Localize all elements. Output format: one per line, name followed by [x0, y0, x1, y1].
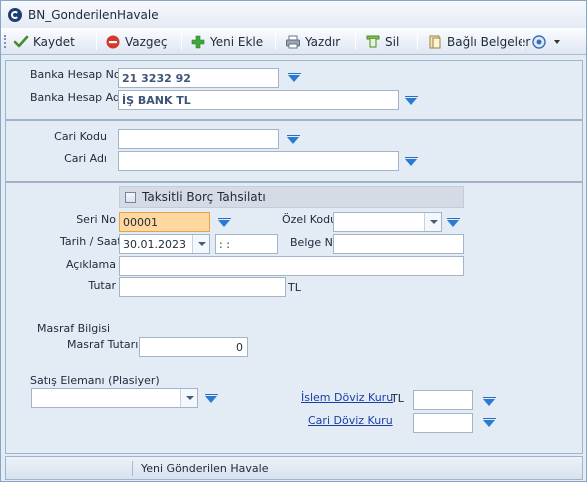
satis-elemani-combo[interactable] [31, 388, 198, 408]
kaydet-label: Kaydet [33, 34, 75, 49]
cancel-icon [105, 34, 121, 50]
banka-hesap-adi-label: Banka Hesap Adı [30, 91, 124, 104]
tutar-field[interactable] [119, 277, 286, 297]
cari-kodu-field[interactable] [118, 129, 279, 149]
sil-label: Sil [385, 34, 400, 49]
date-picker-dropdown-icon[interactable] [192, 235, 209, 253]
aciklama-label: Açıklama [65, 258, 116, 271]
cari-panel: Cari Kodu Cari Adı [5, 120, 583, 182]
main-panel: Taksitli Borç Tahsilatı Seri No 00001 Öz… [5, 182, 583, 454]
seri-no-label: Seri No [76, 213, 116, 226]
satis-elemani-dropdown-icon[interactable] [180, 389, 197, 407]
islem-doviz-kuru-link[interactable]: İslem Döviz Kuru [301, 391, 393, 404]
toolbar-separator [355, 33, 356, 50]
ozel-kodu-combo[interactable] [333, 212, 442, 232]
kaydet-button[interactable]: Kaydet [13, 32, 75, 51]
bank-panel: Banka Hesap No 21 3232 92 Banka Hesap Ad… [5, 60, 583, 120]
aciklama-field[interactable] [119, 256, 464, 276]
masraf-tutari-field[interactable]: 0 [139, 337, 248, 357]
satis-elemani-lookup-icon[interactable] [205, 394, 218, 404]
saat-field[interactable]: : : [215, 234, 278, 254]
islem-doviz-currency-label: TL [391, 392, 404, 405]
tarih-value: 30.01.2023 [123, 238, 186, 251]
toolbar-separator [181, 33, 182, 50]
yeni-ekle-button[interactable]: Yeni Ekle [190, 32, 263, 51]
cari-adi-field[interactable] [118, 151, 399, 171]
taksit-checkbox[interactable] [125, 192, 136, 203]
eraser-icon [365, 34, 381, 50]
plus-icon [190, 34, 206, 50]
ozel-kodu-label: Özel Kodu [282, 213, 338, 226]
toolbar-separator [417, 33, 418, 50]
masraf-tutari-label: Masraf Tutarı [67, 338, 139, 351]
cari-doviz-kuru-link[interactable]: Cari Döviz Kuru [308, 414, 393, 427]
toolbar-separator [275, 33, 276, 50]
toolbar-grip[interactable] [4, 35, 6, 48]
cari-kodu-label: Cari Kodu [54, 130, 107, 143]
yazdir-label: Yazdır [305, 34, 341, 49]
yeni-ekle-label: Yeni Ekle [210, 34, 264, 49]
app-logo-icon [8, 8, 22, 22]
toolbar-separator [522, 33, 523, 50]
status-separator [132, 461, 133, 476]
islem-doviz-lookup-icon[interactable] [483, 397, 496, 407]
banka-hesap-no-label: Banka Hesap No [30, 68, 121, 81]
satis-elemani-label: Satış Elemanı (Plasiyer) [30, 374, 160, 387]
toolbar: Kaydet Vazgeç Yeni Ekle Yazdır Sil Bağlı… [1, 28, 586, 55]
sil-button[interactable]: Sil [365, 32, 399, 51]
bagli-belgeler-label: Bağlı Belgeler [447, 34, 531, 49]
cari-adi-label: Cari Adı [64, 152, 107, 165]
islem-doviz-kuru-field[interactable] [413, 390, 473, 410]
tutar-label: Tutar [88, 279, 116, 292]
ozel-kodu-lookup-icon[interactable] [447, 218, 460, 228]
seri-no-lookup-icon[interactable] [218, 218, 231, 228]
status-text: Yeni Gönderilen Havale [141, 462, 269, 475]
status-bar: Yeni Gönderilen Havale [5, 456, 583, 480]
cari-doviz-kuru-field[interactable] [413, 413, 473, 433]
tarih-saat-label: Tarih / Saat [60, 235, 122, 248]
toolbar-separator [96, 33, 97, 50]
cari-adi-lookup-icon[interactable] [405, 157, 418, 167]
masraf-bilgisi-label: Masraf Bilgisi [37, 322, 111, 335]
bagli-belgeler-button[interactable]: Bağlı Belgeler [427, 32, 530, 51]
chevron-down-icon [554, 39, 560, 44]
tarih-date-field[interactable]: 30.01.2023 [119, 234, 210, 254]
documents-icon [427, 34, 443, 50]
vazgec-label: Vazgeç [125, 34, 168, 49]
window-title: BN_GonderilenHavale [28, 8, 159, 22]
title-bar: BN_GonderilenHavale [1, 1, 586, 28]
ozel-kodu-dropdown-icon[interactable] [424, 213, 441, 231]
window: BN_GonderilenHavale Kaydet Vazgeç Yeni E… [0, 0, 587, 482]
banka-hesap-no-lookup-icon[interactable] [288, 73, 301, 83]
banka-hesap-adi-lookup-icon[interactable] [405, 96, 418, 106]
globe-icon [531, 34, 547, 50]
taksit-section-bar: Taksitli Borç Tahsilatı [119, 186, 464, 208]
banka-hesap-adi-field[interactable]: İŞ BANK TL [118, 90, 399, 110]
cari-doviz-lookup-icon[interactable] [483, 418, 496, 428]
taksit-label: Taksitli Borç Tahsilatı [142, 190, 266, 204]
yazdir-button[interactable]: Yazdır [285, 32, 340, 51]
checkmark-icon [13, 34, 29, 50]
options-dropdown-button[interactable] [531, 32, 563, 51]
belge-no-field[interactable] [333, 234, 464, 254]
printer-icon [285, 34, 301, 50]
cari-kodu-lookup-icon[interactable] [287, 135, 300, 145]
tutar-currency-label: TL [288, 281, 301, 294]
vazgec-button[interactable]: Vazgeç [105, 32, 168, 51]
banka-hesap-no-field[interactable]: 21 3232 92 [118, 68, 279, 88]
seri-no-field[interactable]: 00001 [119, 212, 210, 232]
